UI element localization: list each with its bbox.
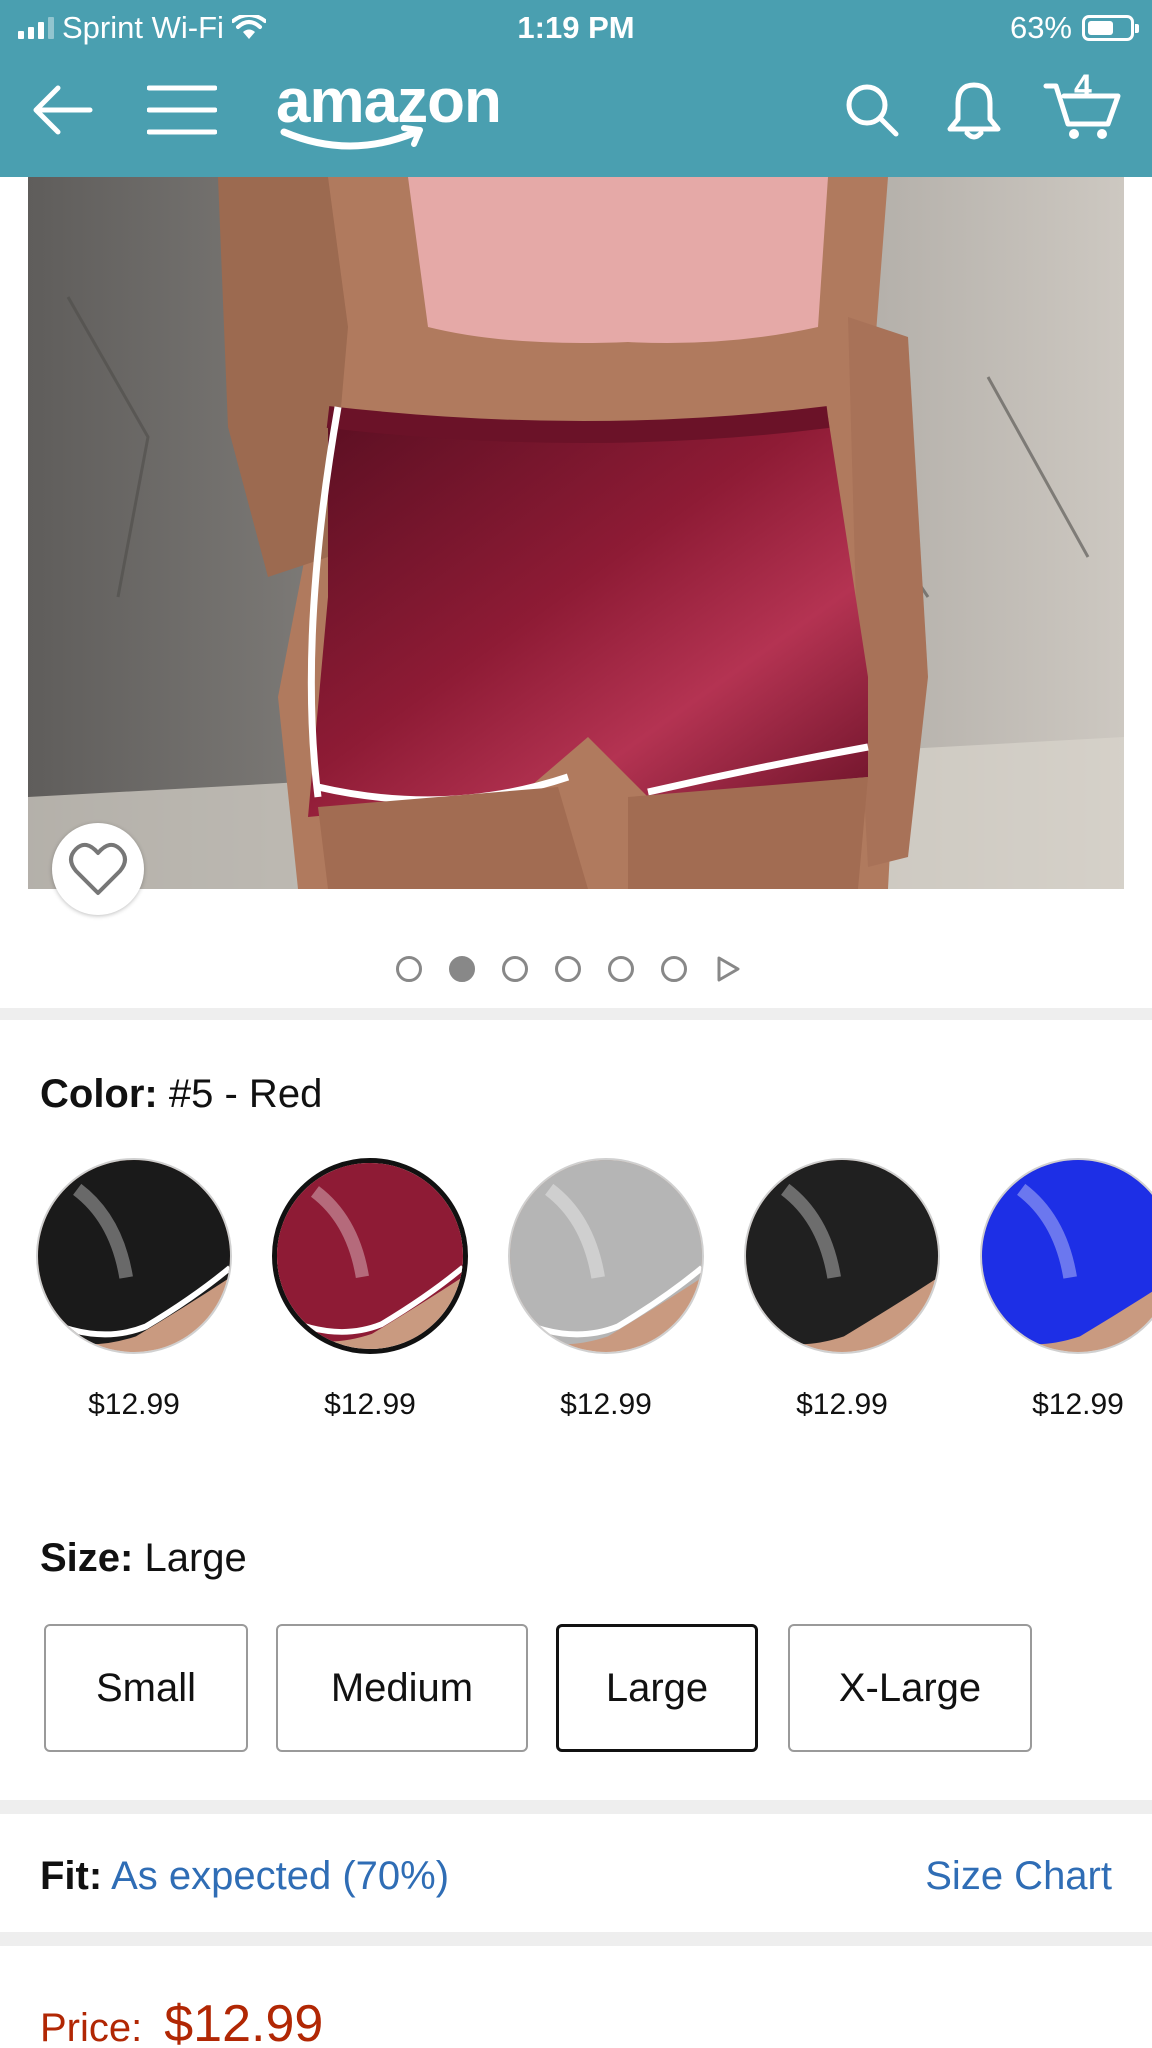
pager-dot[interactable] — [661, 956, 687, 982]
color-swatches: $12.99 $12.99 $12.99 $12.99 $12.99 — [36, 1158, 1152, 1428]
section-divider — [0, 1932, 1152, 1946]
swatch-price: $12.99 — [560, 1388, 652, 1421]
size-label: Size: — [40, 1536, 134, 1580]
pager-dot[interactable] — [449, 956, 475, 982]
color-label-row: Color: #5 - Red — [40, 1072, 322, 1117]
product-image[interactable] — [28, 177, 1124, 889]
swatch-image — [36, 1158, 232, 1354]
color-value: #5 - Red — [168, 1072, 323, 1116]
back-arrow-icon[interactable] — [26, 74, 98, 146]
bell-icon[interactable] — [938, 74, 1010, 146]
swatch-image — [272, 1158, 468, 1354]
swatch-price: $12.99 — [796, 1388, 888, 1421]
pager-dot[interactable] — [555, 956, 581, 982]
amazon-logo[interactable]: amazon — [276, 66, 502, 150]
cart-count-badge: 4 — [1074, 68, 1092, 104]
status-time: 1:19 PM — [517, 10, 635, 45]
color-swatch-red-satin[interactable]: $12.99 — [272, 1158, 468, 1422]
menu-icon[interactable] — [146, 74, 218, 146]
price-row: Price: $12.99 — [40, 1994, 323, 2048]
status-bar: Sprint Wi-Fi 1:19 PM 63% — [0, 0, 1152, 60]
battery-level — [1088, 21, 1114, 35]
swatch-image — [980, 1158, 1152, 1354]
pager-dot[interactable] — [608, 956, 634, 982]
swatch-price: $12.99 — [88, 1388, 180, 1421]
size-option-large[interactable]: Large — [556, 1624, 758, 1752]
app-header: Sprint Wi-Fi 1:19 PM 63% amazon 4 — [0, 0, 1152, 177]
wishlist-button[interactable] — [52, 823, 144, 915]
battery-status: 63% — [1009, 10, 1139, 46]
price-label: Price: — [40, 2006, 143, 2048]
play-icon[interactable] — [714, 955, 742, 983]
battery-icon — [1082, 15, 1139, 41]
swatch-image — [744, 1158, 940, 1354]
logo-smile-icon — [280, 125, 423, 150]
color-swatch-black-leggings[interactable]: $12.99 — [744, 1158, 940, 1422]
battery-percent: 63% — [1009, 10, 1072, 45]
price-value: $12.99 — [164, 1995, 324, 2048]
heart-icon — [69, 842, 127, 895]
size-option-medium[interactable]: Medium — [276, 1624, 528, 1752]
size-option-small[interactable]: Small — [44, 1624, 248, 1752]
color-label: Color: — [40, 1072, 158, 1116]
section-divider — [0, 1008, 1152, 1020]
search-icon[interactable] — [836, 74, 908, 146]
swatch-image — [508, 1158, 704, 1354]
size-value: Large — [144, 1536, 247, 1580]
size-option-x-large[interactable]: X-Large — [788, 1624, 1032, 1752]
navbar: amazon 4 — [0, 66, 1152, 166]
color-swatch-silver-satin[interactable]: $12.99 — [508, 1158, 704, 1422]
section-divider — [0, 1800, 1152, 1814]
swatch-price: $12.99 — [1032, 1388, 1124, 1421]
swatch-price: $12.99 — [324, 1388, 416, 1421]
pager-dot[interactable] — [502, 956, 528, 982]
color-swatch-black-satin[interactable]: $12.99 — [36, 1158, 232, 1422]
color-swatch-blue-leggings[interactable]: $12.99 — [980, 1158, 1152, 1422]
size-label-row: Size: Large — [40, 1536, 247, 1581]
fit-value-link[interactable]: As expected (70%) — [111, 1854, 449, 1898]
pager-dot[interactable] — [396, 956, 422, 982]
fit-row: Fit: As expected (70%) — [40, 1854, 449, 1899]
image-pager[interactable] — [396, 955, 742, 983]
fit-label: Fit: — [40, 1854, 103, 1898]
size-chart-link[interactable]: Size Chart — [925, 1854, 1112, 1899]
